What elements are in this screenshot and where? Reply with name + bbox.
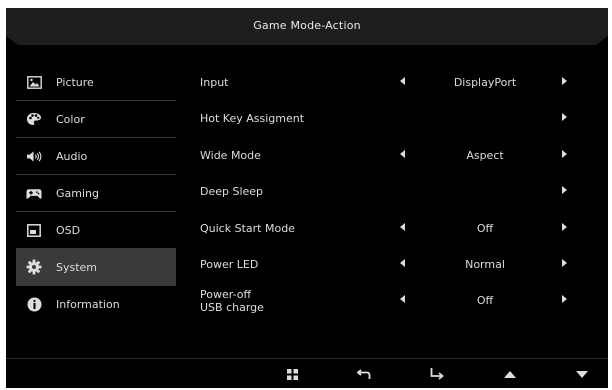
palette-icon <box>26 111 42 127</box>
right-arrow-icon[interactable] <box>562 149 567 158</box>
osd-menu: Game Mode-Action Picture Color Audio Gam… <box>6 8 608 388</box>
left-arrow-icon[interactable] <box>400 295 405 304</box>
right-arrow-icon[interactable] <box>562 113 567 122</box>
sidebar-item-label: Color <box>56 112 85 126</box>
bottom-divider <box>6 358 608 359</box>
info-icon <box>26 296 42 312</box>
setting-row-hot-key-assignment[interactable]: Hot Key Assigment <box>190 100 598 136</box>
left-arrow-icon[interactable] <box>400 149 405 158</box>
sidebar-item-label: Gaming <box>56 186 99 200</box>
speaker-icon <box>26 148 42 164</box>
game-mode-title: Game Mode-Action <box>253 19 361 32</box>
nav-button-bar <box>6 360 608 388</box>
sidebar-item-label: Picture <box>56 75 94 89</box>
right-arrow-icon[interactable] <box>562 258 567 267</box>
setting-row-deep-sleep[interactable]: Deep Sleep <box>190 173 598 209</box>
setting-value: Off <box>476 294 494 308</box>
right-arrow-icon[interactable] <box>562 77 567 85</box>
setting-value: Off <box>476 221 494 235</box>
enter-icon[interactable] <box>429 368 445 380</box>
up-icon[interactable] <box>502 368 518 380</box>
left-arrow-icon[interactable] <box>400 222 405 231</box>
setting-row-quick-start-mode[interactable]: Quick Start Mode Off <box>190 210 598 246</box>
setting-row-wide-mode[interactable]: Wide Mode Aspect <box>190 137 598 173</box>
setting-label: Wide Mode <box>200 148 261 162</box>
category-sidebar: Picture Color Audio Gaming OSD System In… <box>16 64 176 322</box>
setting-label: Hot Key Assigment <box>200 112 305 126</box>
sidebar-item-osd[interactable]: OSD <box>16 212 176 249</box>
title-bar: Game Mode-Action <box>6 8 608 45</box>
setting-row-power-off-usb-charge[interactable]: Power-off USB charge Off <box>190 282 598 318</box>
setting-label-line1: Power-off <box>200 288 252 302</box>
sidebar-item-picture[interactable]: Picture <box>16 64 176 101</box>
picture-icon <box>26 74 42 90</box>
sidebar-item-label: Audio <box>56 149 88 163</box>
sidebar-item-audio[interactable]: Audio <box>16 138 176 175</box>
setting-label-line2: USB charge <box>200 301 264 315</box>
right-arrow-icon[interactable] <box>562 222 567 231</box>
sidebar-item-label: Information <box>56 297 120 311</box>
menu-grid-icon[interactable] <box>284 368 300 380</box>
sidebar-item-label: System <box>56 260 98 274</box>
sidebar-item-label: OSD <box>56 223 81 237</box>
down-icon[interactable] <box>574 368 590 380</box>
sidebar-item-gaming[interactable]: Gaming <box>16 175 176 212</box>
setting-row-power-led[interactable]: Power LED Normal <box>190 246 598 282</box>
sidebar-item-system[interactable]: System <box>16 249 176 286</box>
right-arrow-icon[interactable] <box>562 295 567 304</box>
setting-value: DisplayPort <box>453 76 517 89</box>
setting-label: Power LED <box>200 257 259 271</box>
sidebar-item-color[interactable]: Color <box>16 101 176 138</box>
setting-label: Deep Sleep <box>200 185 264 199</box>
right-arrow-icon[interactable] <box>562 186 567 195</box>
left-arrow-icon[interactable] <box>400 258 405 267</box>
setting-label: Power-off USB charge <box>200 288 264 314</box>
setting-value: Aspect <box>466 148 504 162</box>
setting-label: Quick Start Mode <box>200 221 295 235</box>
settings-panel: Input DisplayPort Hot Key Assigment Wide… <box>190 64 598 319</box>
gear-icon <box>26 259 42 275</box>
sidebar-item-information[interactable]: Information <box>16 286 176 322</box>
left-arrow-icon[interactable] <box>400 77 405 85</box>
setting-label: Input <box>200 76 229 89</box>
setting-value: Normal <box>465 257 505 271</box>
setting-row-input[interactable]: Input DisplayPort <box>190 64 598 100</box>
gamepad-icon <box>26 185 42 201</box>
back-icon[interactable] <box>356 368 372 380</box>
osd-window-icon <box>26 222 42 238</box>
